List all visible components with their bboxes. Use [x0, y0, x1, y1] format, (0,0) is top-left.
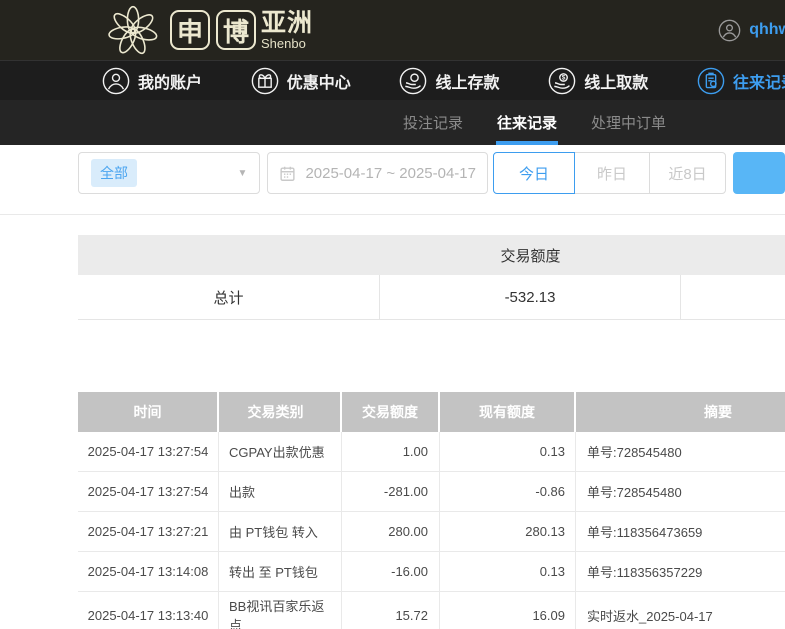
records-header-row: 时间 交易类别 交易额度 现有额度 摘要 — [78, 392, 785, 432]
person-icon — [102, 67, 130, 94]
nav-label: 往来记录 — [732, 74, 785, 92]
cell-summary: 单号:118356357229 — [587, 565, 703, 580]
cell-type: 由 PT钱包 转入 — [219, 512, 342, 551]
selected-type-pill: 全部 — [91, 159, 137, 187]
cell-amount: -16.00 — [342, 552, 440, 591]
cell-type: BB视讯百家乐返点 — [219, 592, 342, 629]
nav-label: 我的账户 — [138, 74, 203, 92]
table-row: 2025-04-17 13:27:54 出款 -281.00 -0.86 单号:… — [78, 472, 785, 512]
table-row: 2025-04-17 13:27:21 由 PT钱包 转入 280.00 280… — [78, 512, 785, 552]
last-8-days-button[interactable]: 近8日 — [649, 152, 726, 194]
cell-summary: 实时返水_2025-04-17 — [587, 608, 713, 624]
cell-summary: 单号:728545480 — [587, 445, 682, 460]
main-navigation: 我的账户 优惠中心 线上存款 $ 线上取款 往来记 — [0, 60, 785, 100]
yesterday-button[interactable]: 昨日 — [574, 152, 650, 194]
date-range-input[interactable]: 2025-04-17 ~ 2025-04-17 — [267, 152, 488, 194]
tab-pending-orders[interactable]: 处理中订单 — [591, 100, 666, 145]
summary-header-row: 交易额度 — [78, 235, 785, 275]
cell-summary: 单号:118356473659 — [587, 525, 703, 540]
gift-icon — [251, 67, 279, 94]
calendar-icon — [280, 166, 296, 181]
filter-toolbar: 全部 ▼ 2025-04-17 ~ 2025-04-17 今日 昨日 近8日 — [0, 145, 785, 215]
svg-text:$: $ — [562, 74, 566, 81]
cell-type: 转出 至 PT钱包 — [219, 552, 342, 591]
col-header-type: 交易类别 — [219, 392, 342, 432]
hand-dollar-icon: $ — [548, 67, 576, 94]
cell-amount: 1.00 — [342, 432, 440, 471]
cell-balance: 16.09 — [440, 592, 576, 629]
hand-coin-icon — [400, 67, 427, 94]
summary-header-amount: 交易额度 — [500, 247, 561, 265]
cell-time: 2025-04-17 13:13:40 — [78, 592, 219, 629]
chevron-down-icon: ▼ — [237, 167, 248, 179]
search-button[interactable] — [733, 152, 785, 194]
tab-transaction-records[interactable]: 往来记录 — [496, 100, 559, 145]
logo-en-text: Shenbo — [261, 35, 306, 51]
cell-amount: 280.00 — [342, 512, 440, 551]
clipboard-records-icon — [697, 67, 725, 94]
cell-type: CGPAY出款优惠 — [219, 432, 342, 471]
col-header-amount: 交易额度 — [342, 392, 440, 432]
account-menu[interactable]: qhhw — [718, 19, 785, 42]
flower-logo-icon — [108, 5, 158, 55]
logo-char-bo: 博 — [216, 10, 256, 50]
cell-time: 2025-04-17 13:27:54 — [78, 432, 219, 471]
cell-time: 2025-04-17 13:14:08 — [78, 552, 219, 591]
username-text[interactable]: qhhw — [749, 21, 785, 39]
nav-item-online-withdraw[interactable]: $ 线上取款 — [548, 67, 648, 95]
table-row: 2025-04-17 13:13:40 BB视讯百家乐返点 15.72 16.0… — [78, 592, 785, 629]
records-table: 时间 交易类别 交易额度 现有额度 摘要 2025-04-17 13:27:54… — [78, 392, 785, 629]
cell-time: 2025-04-17 13:27:21 — [78, 512, 219, 551]
logo-region-text: 亚洲 — [261, 8, 314, 37]
user-avatar-icon — [718, 19, 741, 41]
cell-balance: 0.13 — [440, 432, 576, 471]
col-header-balance: 现有额度 — [440, 392, 576, 432]
nav-label: 线上存款 — [435, 74, 500, 92]
date-range-value: 2025-04-17 ~ 2025-04-17 — [305, 164, 476, 182]
table-row: 2025-04-17 13:27:54 CGPAY出款优惠 1.00 0.13 … — [78, 432, 785, 472]
cell-summary: 单号:728545480 — [587, 485, 682, 500]
nav-label: 优惠中心 — [286, 74, 351, 92]
today-button[interactable]: 今日 — [493, 152, 575, 194]
cell-type: 出款 — [219, 472, 342, 511]
transaction-type-select[interactable]: 全部 ▼ — [78, 152, 261, 194]
top-header: 申 博 亚洲 Shenbo qhhw — [0, 0, 785, 60]
logo-char-shen: 申 — [170, 10, 210, 50]
cell-balance: -0.86 — [440, 472, 576, 511]
cell-amount: -281.00 — [342, 472, 440, 511]
col-header-time: 时间 — [78, 392, 219, 432]
col-header-summary: 摘要 — [704, 404, 732, 420]
records-tab-bar: 投注记录 往来记录 处理中订单 — [0, 100, 785, 145]
nav-item-transaction-records[interactable]: 往来记录 — [697, 67, 785, 95]
summary-total-label: 总计 — [78, 275, 380, 319]
nav-item-online-deposit[interactable]: 线上存款 — [399, 67, 499, 95]
summary-table: 交易额度 总计 -532.13 — [78, 235, 785, 320]
cell-time: 2025-04-17 13:27:54 — [78, 472, 219, 511]
table-row: 2025-04-17 13:14:08 转出 至 PT钱包 -16.00 0.1… — [78, 552, 785, 592]
nav-item-promotions[interactable]: 优惠中心 — [251, 67, 351, 95]
cell-balance: 280.13 — [440, 512, 576, 551]
summary-total-row: 总计 -532.13 — [78, 275, 785, 320]
nav-label: 线上取款 — [584, 74, 649, 92]
cell-balance: 0.13 — [440, 552, 576, 591]
cell-amount: 15.72 — [342, 592, 440, 629]
tab-betting-records[interactable]: 投注记录 — [403, 100, 463, 145]
nav-item-my-account[interactable]: 我的账户 — [102, 67, 202, 95]
summary-total-value: -532.13 — [380, 275, 681, 319]
site-logo[interactable]: 申 博 亚洲 Shenbo — [102, 2, 313, 58]
quick-date-button-group: 今日 昨日 近8日 — [493, 152, 726, 194]
